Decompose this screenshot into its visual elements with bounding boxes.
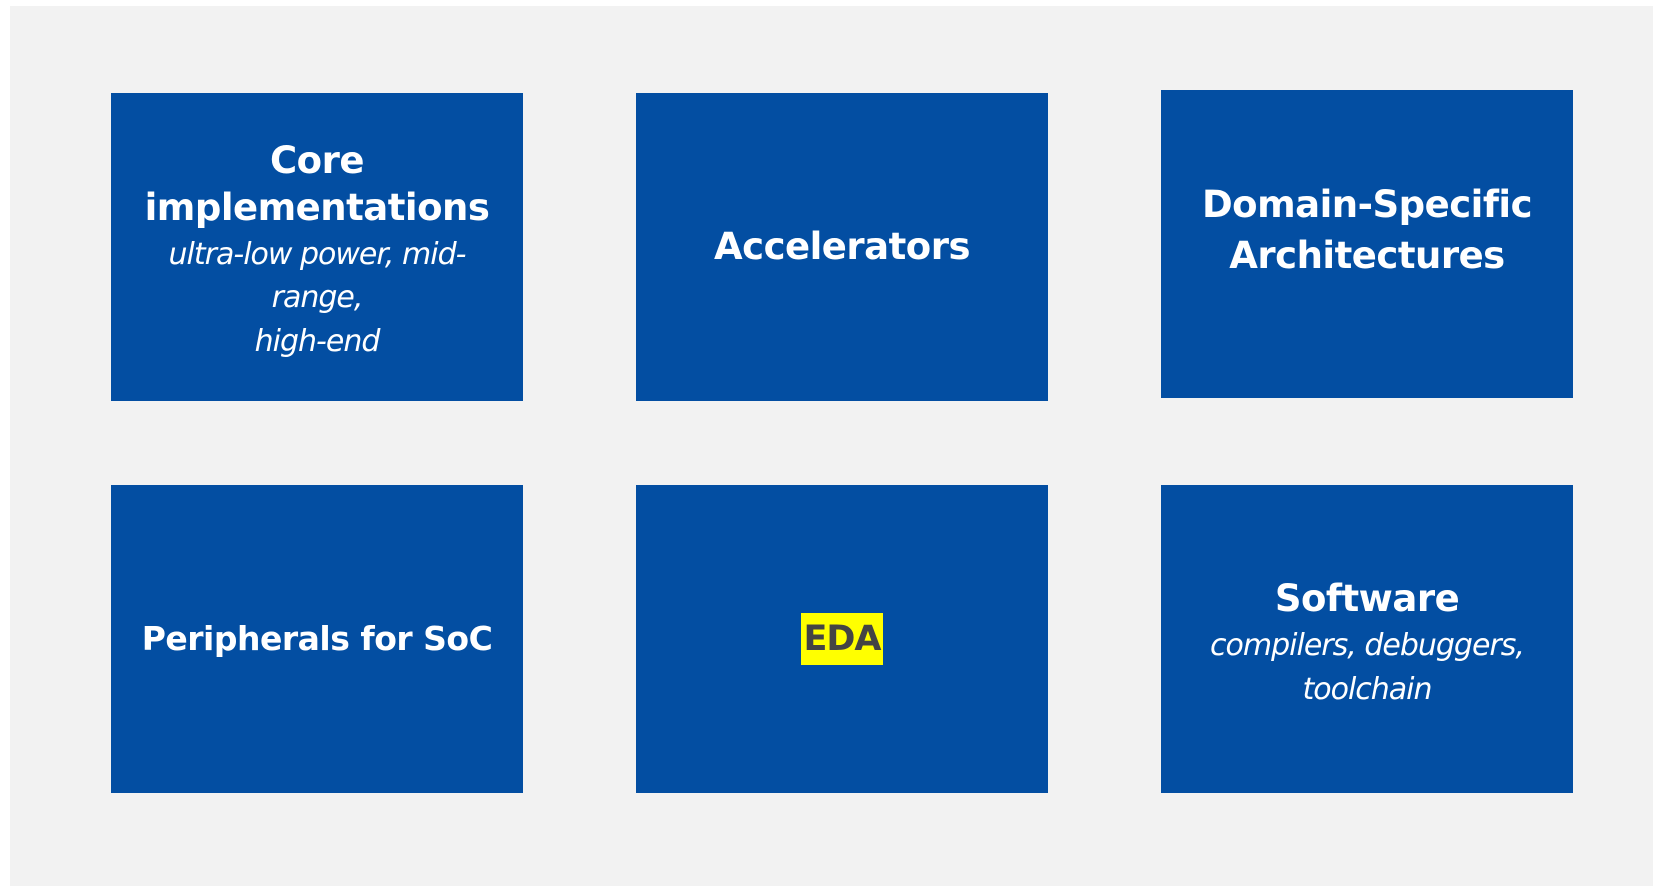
tile-core-implementations: Core implementations ultra-low power, mi… xyxy=(111,93,523,401)
tile-eda: EDA xyxy=(636,485,1048,793)
dsa-title-line2: Architectures xyxy=(1229,234,1505,277)
dsa-title-line1: Domain-Specific xyxy=(1201,182,1533,226)
core-subtitle-line1: ultra-low power, mid-range, xyxy=(168,236,467,316)
eda-title: EDA xyxy=(801,613,883,665)
accelerators-title: Accelerators xyxy=(714,225,970,269)
core-title-line1: Core xyxy=(270,138,364,182)
tile-software: Software compilers, debuggers, toolchain xyxy=(1161,485,1573,793)
tile-peripherals: Peripherals for SoC xyxy=(111,485,523,793)
tile-accelerators: Accelerators xyxy=(636,93,1048,401)
core-title-line2: implementations xyxy=(144,185,490,229)
software-subtitle-line2: toolchain xyxy=(1302,671,1432,707)
software-title: Software xyxy=(1274,576,1460,620)
core-subtitle-line2: high-end xyxy=(254,323,381,359)
slide-canvas: Core implementations ultra-low power, mi… xyxy=(10,6,1653,886)
tile-domain-specific-architectures: Domain-Specific Architectures xyxy=(1161,90,1573,398)
peripherals-title: Peripherals for SoC xyxy=(141,618,493,658)
software-subtitle-line1: compilers, debuggers, xyxy=(1210,628,1525,664)
